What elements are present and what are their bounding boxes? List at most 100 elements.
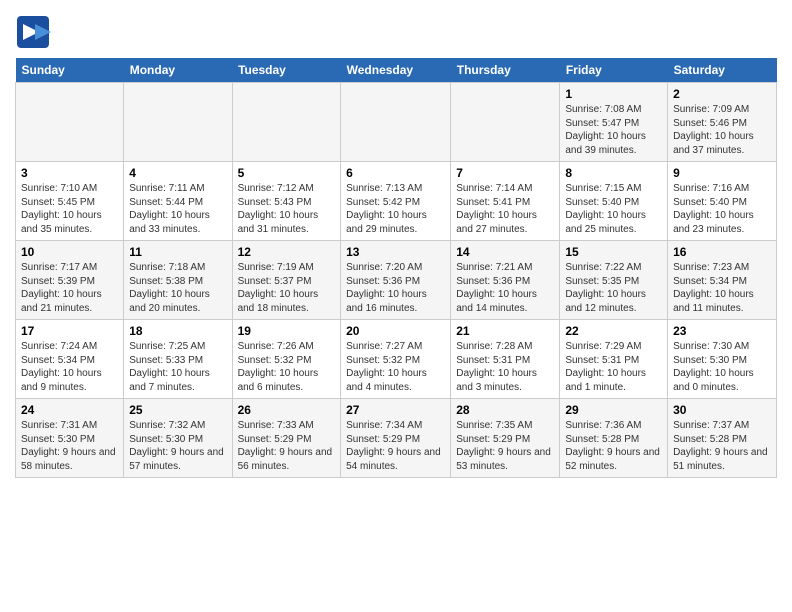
day-info: Sunrise: 7:32 AM Sunset: 5:30 PM Dayligh… [129,419,226,473]
day-info: Sunrise: 7:15 AM Sunset: 5:40 PM Dayligh… [565,182,662,236]
day-cell: 17 Sunrise: 7:24 AM Sunset: 5:34 PM Dayli… [16,320,124,399]
day-header-sunday: Sunday [16,58,124,83]
day-info: Sunrise: 7:09 AM Sunset: 5:46 PM Dayligh… [673,103,771,157]
day-cell: 15 Sunrise: 7:22 AM Sunset: 5:35 PM Dayli… [560,241,668,320]
day-cell: 12 Sunrise: 7:19 AM Sunset: 5:37 PM Dayli… [232,241,341,320]
day-cell: 24Sunrise: 7:31 AM Sunset: 5:30 PM Dayli… [16,399,124,478]
day-number: 9 [673,166,771,180]
day-info: Sunrise: 7:20 AM Sunset: 5:36 PM Dayligh… [346,261,445,315]
day-number: 30 [673,403,771,417]
day-info: Sunrise: 7:25 AM Sunset: 5:33 PM Dayligh… [129,340,226,394]
day-cell: 2 Sunrise: 7:09 AM Sunset: 5:46 PM Daylig… [668,83,777,162]
day-number: 20 [346,324,445,338]
day-number: 15 [565,245,662,259]
day-number: 18 [129,324,226,338]
day-info: Sunrise: 7:16 AM Sunset: 5:40 PM Dayligh… [673,182,771,236]
day-info: Sunrise: 7:30 AM Sunset: 5:30 PM Dayligh… [673,340,771,394]
day-number: 8 [565,166,662,180]
day-header-thursday: Thursday [451,58,560,83]
day-number: 16 [673,245,771,259]
day-cell: 10 Sunrise: 7:17 AM Sunset: 5:39 PM Dayli… [16,241,124,320]
day-number: 12 [238,245,336,259]
day-info: Sunrise: 7:08 AM Sunset: 5:47 PM Dayligh… [565,103,662,157]
day-cell: 14Sunrise: 7:21 AM Sunset: 5:36 PM Dayli… [451,241,560,320]
week-row-2: 3Sunrise: 7:10 AM Sunset: 5:45 PM Daylig… [16,162,777,241]
day-number: 1 [565,87,662,101]
day-cell: 7 Sunrise: 7:14 AM Sunset: 5:41 PM Daylig… [451,162,560,241]
day-number: 2 [673,87,771,101]
day-cell: 29 Sunrise: 7:36 AM Sunset: 5:28 PM Dayli… [560,399,668,478]
day-info: Sunrise: 7:12 AM Sunset: 5:43 PM Dayligh… [238,182,336,236]
day-number: 23 [673,324,771,338]
day-cell: 18 Sunrise: 7:25 AM Sunset: 5:33 PM Dayli… [124,320,232,399]
day-cell: 1 Sunrise: 7:08 AM Sunset: 5:47 PM Daylig… [560,83,668,162]
day-cell [232,83,341,162]
day-cell: 8 Sunrise: 7:15 AM Sunset: 5:40 PM Daylig… [560,162,668,241]
day-cell: 28Sunrise: 7:35 AM Sunset: 5:29 PM Dayli… [451,399,560,478]
day-cell: 25 Sunrise: 7:32 AM Sunset: 5:30 PM Dayli… [124,399,232,478]
day-cell: 11 Sunrise: 7:18 AM Sunset: 5:38 PM Dayli… [124,241,232,320]
day-cell: 3Sunrise: 7:10 AM Sunset: 5:45 PM Daylig… [16,162,124,241]
day-cell: 4 Sunrise: 7:11 AM Sunset: 5:44 PM Daylig… [124,162,232,241]
day-info: Sunrise: 7:29 AM Sunset: 5:31 PM Dayligh… [565,340,662,394]
week-row-1: 1 Sunrise: 7:08 AM Sunset: 5:47 PM Daylig… [16,83,777,162]
calendar-container: SundayMondayTuesdayWednesdayThursdayFrid… [0,0,792,488]
day-info: Sunrise: 7:17 AM Sunset: 5:39 PM Dayligh… [21,261,118,315]
header-row: SundayMondayTuesdayWednesdayThursdayFrid… [16,58,777,83]
day-info: Sunrise: 7:36 AM Sunset: 5:28 PM Dayligh… [565,419,662,473]
day-number: 11 [129,245,226,259]
day-number: 25 [129,403,226,417]
day-cell: 23 Sunrise: 7:30 AM Sunset: 5:30 PM Dayli… [668,320,777,399]
day-info: Sunrise: 7:13 AM Sunset: 5:42 PM Dayligh… [346,182,445,236]
day-number: 22 [565,324,662,338]
day-cell: 16 Sunrise: 7:23 AM Sunset: 5:34 PM Dayli… [668,241,777,320]
day-info: Sunrise: 7:34 AM Sunset: 5:29 PM Dayligh… [346,419,445,473]
day-cell: 22 Sunrise: 7:29 AM Sunset: 5:31 PM Dayli… [560,320,668,399]
week-row-4: 17 Sunrise: 7:24 AM Sunset: 5:34 PM Dayli… [16,320,777,399]
header-area [15,10,777,50]
week-row-5: 24Sunrise: 7:31 AM Sunset: 5:30 PM Dayli… [16,399,777,478]
day-number: 21 [456,324,554,338]
day-cell: 30Sunrise: 7:37 AM Sunset: 5:28 PM Dayli… [668,399,777,478]
day-number: 5 [238,166,336,180]
day-info: Sunrise: 7:35 AM Sunset: 5:29 PM Dayligh… [456,419,554,473]
day-number: 27 [346,403,445,417]
day-cell: 5 Sunrise: 7:12 AM Sunset: 5:43 PM Daylig… [232,162,341,241]
day-info: Sunrise: 7:23 AM Sunset: 5:34 PM Dayligh… [673,261,771,315]
day-cell [124,83,232,162]
day-info: Sunrise: 7:26 AM Sunset: 5:32 PM Dayligh… [238,340,336,394]
day-header-friday: Friday [560,58,668,83]
week-row-3: 10 Sunrise: 7:17 AM Sunset: 5:39 PM Dayli… [16,241,777,320]
day-cell: 27 Sunrise: 7:34 AM Sunset: 5:29 PM Dayli… [341,399,451,478]
day-number: 17 [21,324,118,338]
logo [15,14,59,50]
day-info: Sunrise: 7:14 AM Sunset: 5:41 PM Dayligh… [456,182,554,236]
day-info: Sunrise: 7:22 AM Sunset: 5:35 PM Dayligh… [565,261,662,315]
day-cell: 6Sunrise: 7:13 AM Sunset: 5:42 PM Daylig… [341,162,451,241]
day-number: 26 [238,403,336,417]
day-info: Sunrise: 7:24 AM Sunset: 5:34 PM Dayligh… [21,340,118,394]
day-header-tuesday: Tuesday [232,58,341,83]
day-info: Sunrise: 7:21 AM Sunset: 5:36 PM Dayligh… [456,261,554,315]
day-info: Sunrise: 7:11 AM Sunset: 5:44 PM Dayligh… [129,182,226,236]
day-header-saturday: Saturday [668,58,777,83]
day-number: 19 [238,324,336,338]
day-number: 13 [346,245,445,259]
day-cell: 21 Sunrise: 7:28 AM Sunset: 5:31 PM Dayli… [451,320,560,399]
day-cell: 26Sunrise: 7:33 AM Sunset: 5:29 PM Dayli… [232,399,341,478]
day-number: 29 [565,403,662,417]
day-header-wednesday: Wednesday [341,58,451,83]
day-info: Sunrise: 7:18 AM Sunset: 5:38 PM Dayligh… [129,261,226,315]
day-info: Sunrise: 7:19 AM Sunset: 5:37 PM Dayligh… [238,261,336,315]
day-info: Sunrise: 7:28 AM Sunset: 5:31 PM Dayligh… [456,340,554,394]
day-number: 7 [456,166,554,180]
day-number: 10 [21,245,118,259]
day-number: 4 [129,166,226,180]
day-cell: 19 Sunrise: 7:26 AM Sunset: 5:32 PM Dayli… [232,320,341,399]
day-info: Sunrise: 7:27 AM Sunset: 5:32 PM Dayligh… [346,340,445,394]
calendar-table: SundayMondayTuesdayWednesdayThursdayFrid… [15,58,777,478]
day-cell [451,83,560,162]
day-cell: 20 Sunrise: 7:27 AM Sunset: 5:32 PM Dayli… [341,320,451,399]
day-number: 24 [21,403,118,417]
day-cell [16,83,124,162]
